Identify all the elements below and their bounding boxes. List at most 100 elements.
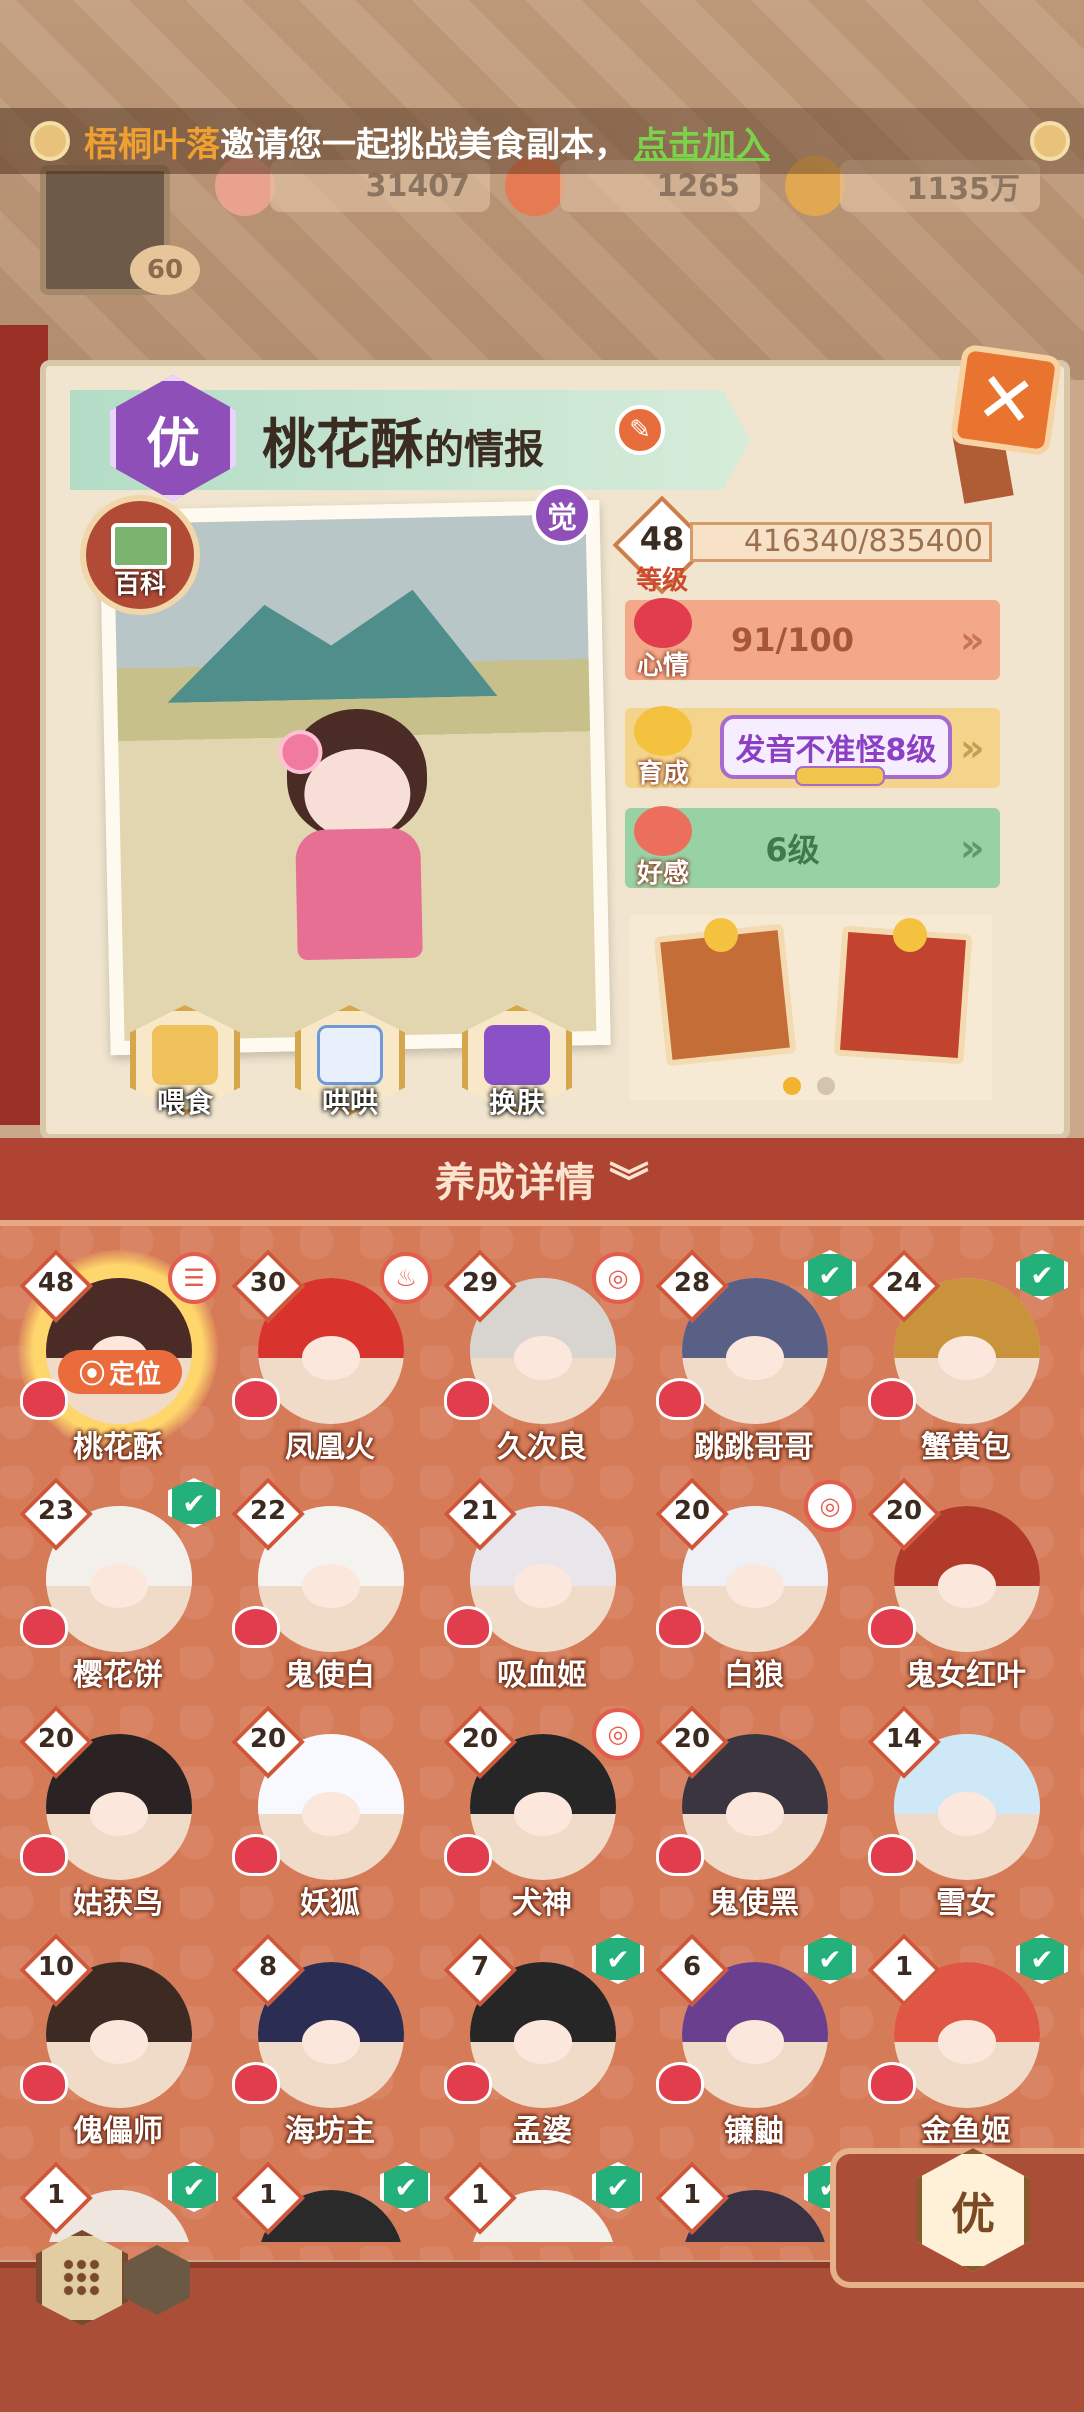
noodle-bowl-icon [152, 1025, 218, 1085]
feed-button[interactable]: 喂食 [130, 1005, 240, 1119]
character-name: 白狼 [724, 1658, 784, 1693]
heart-icon [868, 1606, 916, 1648]
character-slot[interactable]: 48 桃花酥 ☰ ⦿ 定位 [18, 1249, 220, 1472]
milk-carton-icon [317, 1025, 383, 1085]
character-slot[interactable]: 1✔ [230, 2162, 430, 2242]
arrow-right-icon: » [960, 726, 985, 770]
heart-icon [868, 2062, 916, 2104]
character-name: 姑获鸟 [73, 1886, 163, 1921]
character-body [295, 827, 423, 961]
favor-icon: 好感 [628, 806, 698, 889]
page-dot-active[interactable] [783, 1077, 801, 1095]
character-face [725, 1336, 785, 1381]
character-name: 久次良 [497, 1430, 587, 1465]
smile-icon [893, 918, 927, 952]
close-button[interactable]: ✕ [949, 343, 1063, 457]
flower-icon [634, 806, 692, 856]
character-level: 20 [461, 1724, 499, 1754]
rename-icon[interactable]: ✎ [615, 405, 665, 455]
character-name: 雪女 [936, 1886, 996, 1921]
character-level: 30 [249, 1268, 287, 1298]
status-tag-icon: ◎ [804, 1480, 856, 1532]
locate-button[interactable]: ⦿ 定位 [58, 1350, 182, 1394]
character-face [89, 1792, 149, 1837]
character-face [513, 1792, 573, 1837]
coax-label: 哄哄 [321, 1086, 378, 1119]
character-level: 1 [894, 1952, 914, 1982]
flower-icon [30, 121, 70, 161]
detail-label: 养成详情 [435, 1160, 595, 1206]
character-slot[interactable]: 7 孟婆 ✔ [442, 1933, 644, 2156]
skin-label: 换肤 [488, 1086, 545, 1119]
character-slot[interactable]: 22 鬼使白 [230, 1477, 430, 1700]
character-slot[interactable]: 1✔ [654, 2162, 854, 2242]
character-name: 鬼使黑 [709, 1886, 799, 1921]
character-level: 14 [885, 1724, 923, 1754]
skin-button[interactable]: 换肤 [462, 1005, 572, 1119]
character-slot[interactable]: 29 久次良 ◎ [442, 1249, 644, 1472]
character-face [725, 1792, 785, 1837]
heart-icon [232, 1834, 280, 1876]
character-slot[interactable]: 20 姑获鸟 [18, 1705, 218, 1928]
level-value: 48 [639, 520, 685, 558]
character-slot[interactable]: 20 鬼使黑 [654, 1705, 854, 1928]
pin-icon: ⦿ [78, 1359, 105, 1390]
character-face [937, 1336, 997, 1381]
character-slot[interactable]: 1 金鱼姬 ✔ [866, 1933, 1068, 2156]
locate-label: 定位 [109, 1359, 162, 1390]
invite-banner[interactable]: 梧桐叶落 邀请您一起挑战美食副本， 点击加入 [0, 108, 1084, 174]
coax-button[interactable]: 哄哄 [295, 1005, 405, 1119]
character-name: 鬼使白 [285, 1658, 375, 1693]
page-title: 桃花酥的情报 [262, 400, 544, 479]
character-slot[interactable]: 23 樱花饼 ✔ [18, 1477, 220, 1700]
heart-icon [232, 1606, 280, 1648]
character-level: 10 [37, 1952, 75, 1982]
character-slot[interactable]: 1✔ [18, 2162, 218, 2242]
character-level: 1 [682, 2180, 702, 2210]
status-tag-icon: ◎ [592, 1708, 644, 1760]
character-slot[interactable]: 20 妖狐 [230, 1705, 430, 1928]
character-face [301, 1792, 361, 1837]
character-name: 海坊主 [285, 2114, 375, 2149]
character-level: 8 [258, 1952, 278, 1982]
character-face [513, 1336, 573, 1381]
character-face [937, 1792, 997, 1837]
detail-toggle[interactable]: 养成详情 ︾ [0, 1138, 1084, 1220]
grid-icon [62, 2258, 102, 2298]
heart-icon [232, 1378, 280, 1420]
heart-icon [634, 598, 692, 648]
character-slot[interactable]: 20 犬神 ◎ [442, 1705, 644, 1928]
invite-message: 邀请您一起挑战美食副本， [220, 124, 628, 165]
character-face [725, 2020, 785, 2065]
mood-icon: 心情 [628, 598, 698, 681]
heart-icon [20, 1834, 68, 1876]
character-slot[interactable]: 24 蟹黄包 ✔ [866, 1249, 1068, 1472]
status-tag-icon: ◎ [592, 1252, 644, 1304]
heart-icon [868, 1834, 916, 1876]
character-slot[interactable]: 20 白狼 ◎ [654, 1477, 856, 1700]
character-slot[interactable]: 21 吸血姬 [442, 1477, 642, 1700]
character-slot[interactable]: 8 海坊主 [230, 1933, 430, 2156]
arrow-right-icon: » [960, 618, 985, 662]
character-slot[interactable]: 28 跳跳哥哥 ✔ [654, 1249, 856, 1472]
join-link[interactable]: 点击加入 [634, 117, 770, 166]
train-stars [795, 766, 885, 786]
wiki-button[interactable]: 百科 [80, 495, 200, 615]
character-level: 1 [470, 2180, 490, 2210]
character-slot[interactable]: 30 凤凰火 ♨ [230, 1249, 432, 1472]
title-suffix: 的情报 [424, 427, 544, 473]
character-slot[interactable]: 20 鬼女红叶 [866, 1477, 1066, 1700]
character-slot[interactable]: 10 傀儡师 [18, 1933, 218, 2156]
level-label: 等级 [636, 566, 689, 596]
character-name: 镰鼬 [724, 2114, 784, 2149]
heart-icon [656, 1834, 704, 1876]
character-face [89, 1564, 149, 1609]
character-level: 29 [461, 1268, 499, 1298]
character-slot[interactable]: 1✔ [442, 2162, 642, 2242]
character-face [301, 1336, 361, 1381]
character-slot[interactable]: 14 雪女 [866, 1705, 1066, 1928]
character-slot[interactable]: 6 镰鼬 ✔ [654, 1933, 856, 2156]
page-dot[interactable] [817, 1077, 835, 1095]
smile-icon [704, 918, 738, 952]
heart-icon [444, 1834, 492, 1876]
